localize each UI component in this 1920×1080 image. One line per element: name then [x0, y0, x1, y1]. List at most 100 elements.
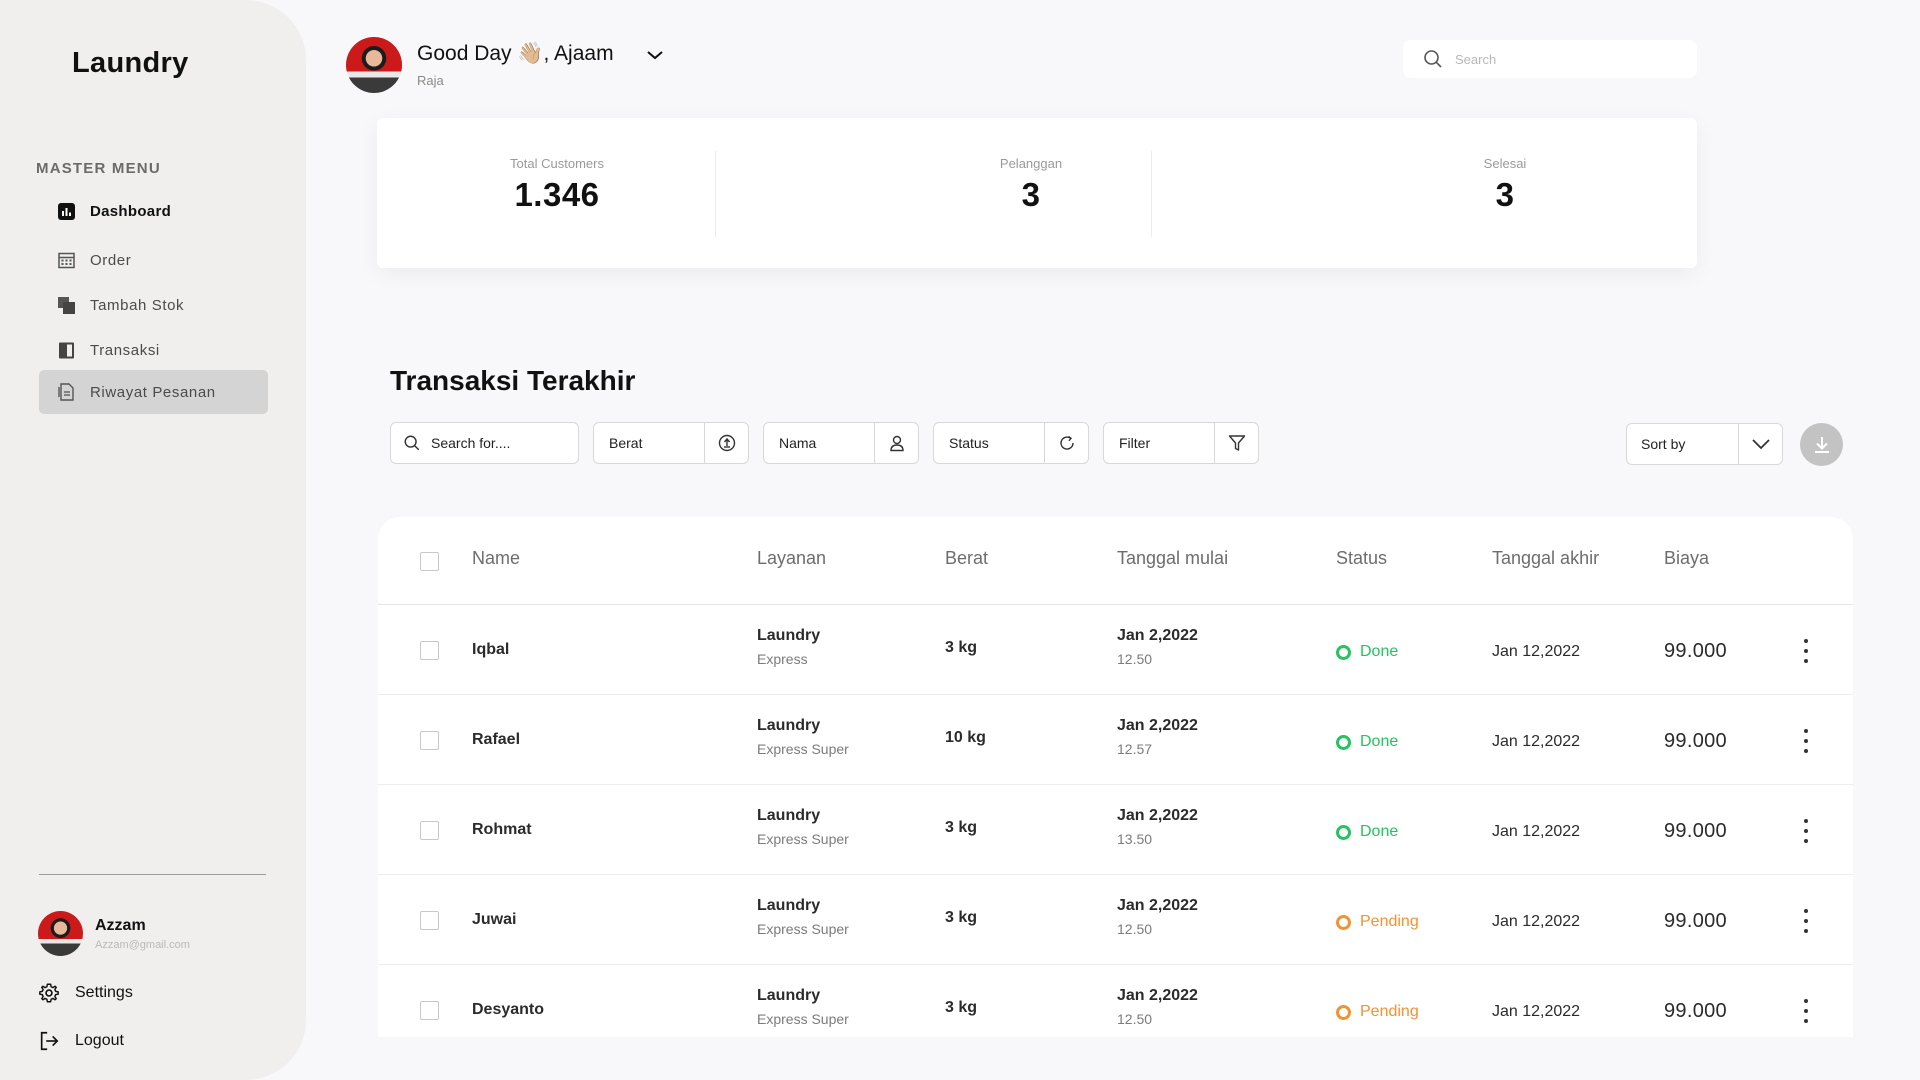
- start-time: 12.50: [1117, 921, 1153, 937]
- stat-pelanggan: Pelanggan 3: [931, 118, 1131, 214]
- column-header[interactable]: Biaya: [1664, 548, 1709, 569]
- brand-logo: Laundry: [72, 47, 189, 79]
- table-header: Name Layanan Berat Tanggal mulai Status …: [378, 517, 1853, 605]
- table-row[interactable]: Rafael Laundry Express Super 10 kg Jan 2,202…: [378, 695, 1853, 785]
- cell-weight: 3 kg: [945, 999, 978, 1016]
- table-search[interactable]: [390, 422, 579, 464]
- menu-title: MASTER MENU: [36, 160, 161, 177]
- sidebar-item-label: Transaksi: [90, 341, 160, 359]
- stat-selesai: Selesai 3: [1405, 118, 1605, 214]
- sidebar-item-label: Order: [90, 251, 132, 269]
- service-type: Express Super: [757, 741, 849, 757]
- profile-name: Azzam: [95, 916, 146, 934]
- sidebar-item-riwayat-pesanan[interactable]: Riwayat Pesanan: [39, 370, 268, 414]
- cell-end-date: Jan 12,2022: [1492, 913, 1581, 930]
- cell-name: Rohmat: [472, 821, 532, 838]
- filter-status[interactable]: Status: [933, 422, 1089, 464]
- status-badge: Done: [1336, 823, 1398, 841]
- logout-icon: [40, 1031, 59, 1051]
- stats-card: Total Customers 1.346 Pelanggan 3 Selesa…: [377, 118, 1697, 268]
- row-checkbox[interactable]: [420, 731, 439, 750]
- filter-filter-label: Filter: [1104, 423, 1215, 463]
- stat-value: 3: [1495, 176, 1515, 213]
- cell-weight: 3 kg: [945, 639, 978, 656]
- table-row[interactable]: Iqbal Laundry Express 3 kg Jan 2,2022 12.50 Do…: [378, 605, 1853, 695]
- column-header[interactable]: Tanggal akhir: [1492, 548, 1599, 569]
- sidebar-item-order[interactable]: Order: [39, 238, 268, 282]
- refresh-icon: [1059, 435, 1074, 450]
- cell-cost: 99.000: [1664, 820, 1727, 842]
- settings-link[interactable]: Settings: [38, 982, 133, 1004]
- status-dot-icon: [1336, 644, 1351, 660]
- column-header[interactable]: Berat: [945, 548, 988, 569]
- cell-start: Jan 2,2022 12.50: [1117, 987, 1198, 1027]
- column-header[interactable]: Status: [1336, 548, 1387, 569]
- sort-dropdown[interactable]: Sort by: [1626, 423, 1783, 465]
- cell-name: Juwai: [472, 911, 517, 928]
- more-options-icon[interactable]: [1796, 909, 1816, 933]
- status-label: Pending: [1360, 1003, 1419, 1020]
- start-time: 13.50: [1117, 831, 1153, 847]
- stat-total-customers: Total Customers 1.346: [457, 118, 657, 214]
- column-header[interactable]: Name: [472, 548, 520, 569]
- row-checkbox[interactable]: [420, 1001, 439, 1020]
- search-icon: [1424, 50, 1442, 68]
- more-options-icon[interactable]: [1796, 729, 1816, 753]
- filter-berat[interactable]: Berat: [593, 422, 749, 464]
- select-all-checkbox[interactable]: [420, 552, 439, 571]
- cell-start: Jan 2,2022 12.57: [1117, 717, 1198, 757]
- more-options-icon[interactable]: [1796, 819, 1816, 843]
- status-label: Done: [1360, 823, 1399, 840]
- sidebar-divider: [39, 874, 266, 875]
- sidebar-item-tambah-stok[interactable]: Tambah Stok: [39, 283, 268, 327]
- cell-end-date: Jan 12,2022: [1492, 1003, 1581, 1020]
- cell-service: Laundry Express Super: [757, 717, 849, 757]
- status-label: Pending: [1360, 913, 1419, 930]
- stack-icon: [57, 296, 75, 314]
- download-button[interactable]: [1800, 423, 1843, 466]
- status-badge: Done: [1336, 643, 1398, 661]
- search-icon: [404, 435, 420, 451]
- transactions-table: Name Layanan Berat Tanggal mulai Status …: [378, 517, 1853, 1037]
- table-search-input[interactable]: [431, 435, 571, 451]
- table-row[interactable]: Rohmat Laundry Express Super 3 kg Jan 2,2022…: [378, 785, 1853, 875]
- service-name: Laundry: [757, 897, 821, 914]
- sidebar-item-transaksi[interactable]: Transaksi: [39, 328, 268, 372]
- column-header[interactable]: Tanggal mulai: [1117, 548, 1228, 569]
- cell-cost: 99.000: [1664, 910, 1727, 932]
- avatar: [38, 911, 83, 956]
- user-icon: [889, 435, 904, 452]
- chevron-down-icon[interactable]: [645, 48, 665, 62]
- avatar[interactable]: [346, 37, 402, 93]
- start-time: 12.50: [1117, 651, 1153, 667]
- service-type: Express Super: [757, 1011, 849, 1027]
- table-row[interactable]: Desyanto Laundry Express Super 3 kg Jan 2,20…: [378, 965, 1853, 1037]
- table-row[interactable]: Juwai Laundry Express Super 3 kg Jan 2,2022 1…: [378, 875, 1853, 965]
- column-header[interactable]: Layanan: [757, 548, 826, 569]
- row-checkbox[interactable]: [420, 821, 439, 840]
- status-dot-icon: [1336, 914, 1351, 930]
- user-profile[interactable]: Azzam Azzam@gmail.com: [38, 911, 190, 956]
- weight-icon: [718, 434, 735, 452]
- row-checkbox[interactable]: [420, 911, 439, 930]
- stat-value: 3: [1021, 176, 1041, 213]
- section-title: Transaksi Terakhir: [390, 365, 636, 396]
- file-icon: [57, 383, 75, 401]
- filter-nama[interactable]: Nama: [763, 422, 919, 464]
- row-checkbox[interactable]: [420, 641, 439, 660]
- sidebar-item-dashboard[interactable]: Dashboard: [39, 189, 268, 233]
- header-search[interactable]: [1403, 40, 1697, 78]
- sidebar-item-label: Tambah Stok: [90, 296, 185, 314]
- sidebar-item-label: Dashboard: [90, 202, 172, 220]
- dashboard-icon: [57, 202, 75, 220]
- filter-status-label: Status: [934, 423, 1045, 463]
- download-icon: [1814, 436, 1829, 453]
- filter-filter[interactable]: Filter: [1103, 422, 1259, 464]
- service-type: Express Super: [757, 921, 849, 937]
- logout-link[interactable]: Logout: [38, 1030, 124, 1052]
- more-options-icon[interactable]: [1796, 999, 1816, 1023]
- more-options-icon[interactable]: [1796, 639, 1816, 663]
- search-input[interactable]: [1455, 51, 1675, 67]
- cell-end-date: Jan 12,2022: [1492, 643, 1581, 660]
- status-label: Done: [1360, 733, 1399, 750]
